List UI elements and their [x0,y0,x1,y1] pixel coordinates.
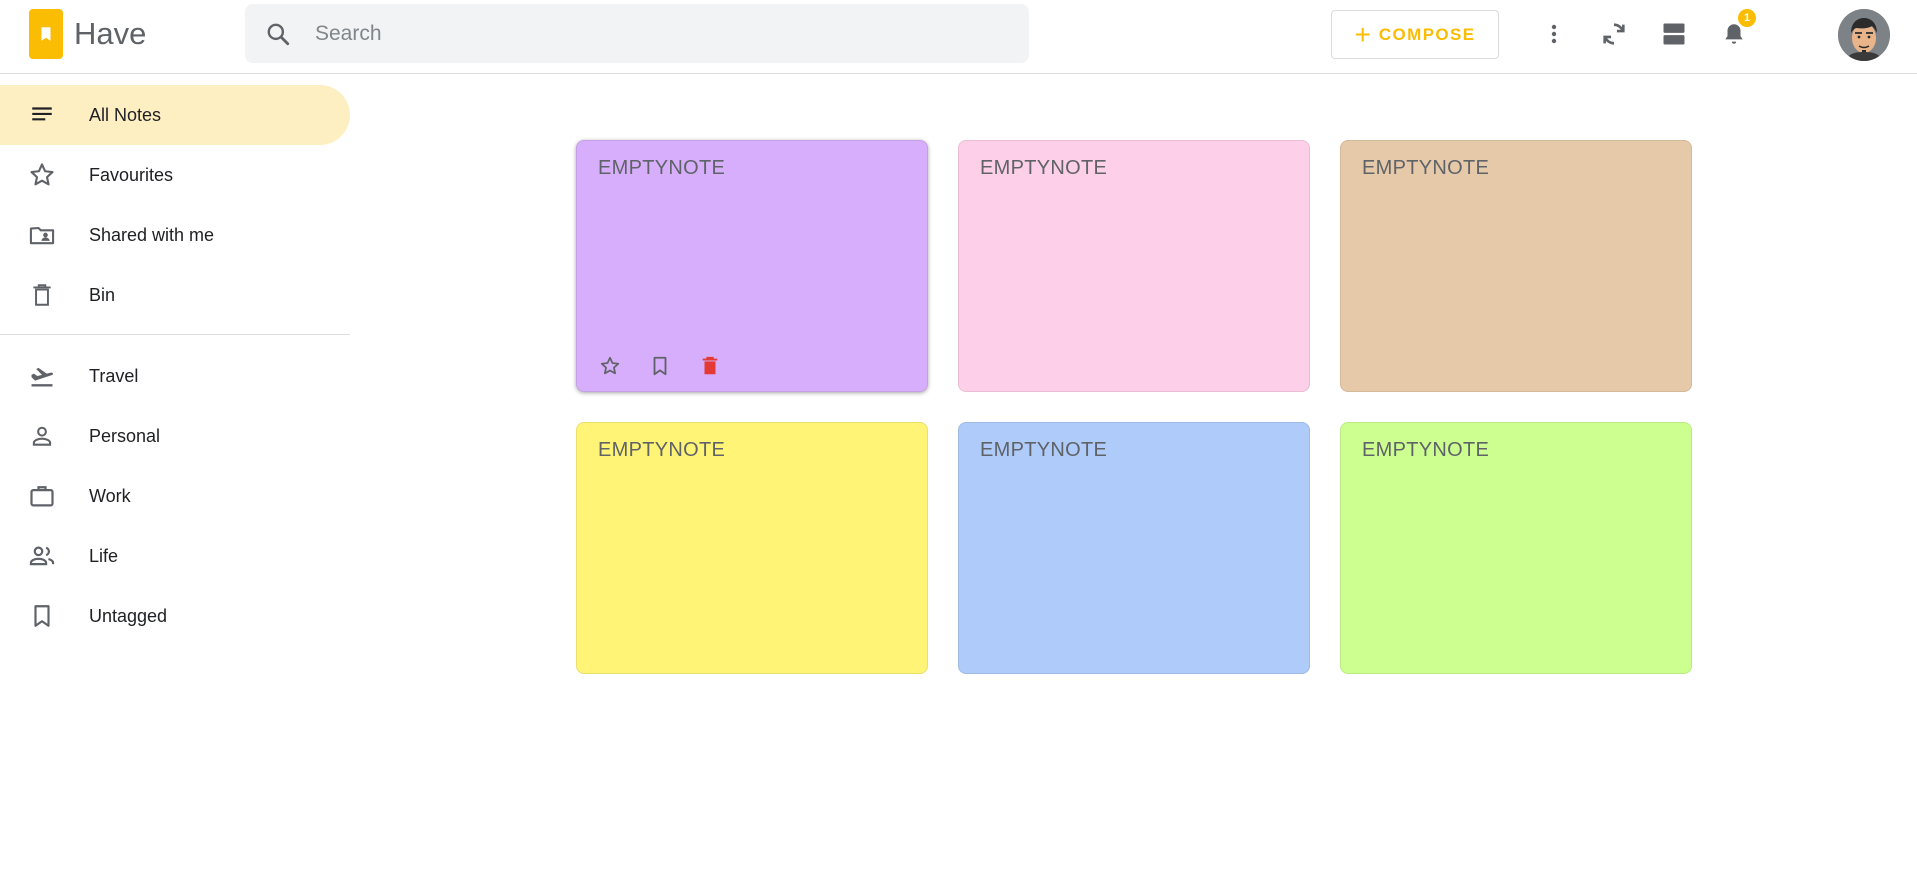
sidebar-item-work[interactable]: Work [0,466,350,526]
sidebar-item-label: Personal [89,426,161,446]
sidebar-item-life[interactable]: Life [0,526,350,586]
note-title: EMPTYNOTE [980,157,1108,179]
search-input[interactable] [315,4,1005,63]
note-title: EMPTYNOTE [598,157,726,179]
search-icon[interactable] [265,21,291,47]
app-logo[interactable] [29,9,63,59]
trash-icon [28,281,56,309]
user-avatar[interactable] [1838,9,1890,61]
sidebar-item-label: All Notes [89,105,162,125]
note-title: EMPTYNOTE [598,439,726,461]
search-bar[interactable] [245,4,1029,63]
sidebar-item-label: Untagged [89,606,168,626]
note-title: EMPTYNOTE [1362,439,1490,461]
sidebar-item-label: Travel [89,366,139,386]
compose-label: COMPOSE [1378,24,1476,44]
note-card[interactable]: EMPTYNOTE [1340,422,1692,674]
sidebar-item-label: Life [89,546,119,566]
more-vert-icon[interactable] [1536,16,1572,52]
sidebar-item-favourites[interactable]: Favourites [0,145,350,205]
note-title: EMPTYNOTE [1362,157,1490,179]
note-card[interactable]: EMPTYNOTE [958,422,1310,674]
plus-icon: + [1354,18,1371,50]
star-outline-icon [28,161,56,189]
view-agenda-icon[interactable] [1656,16,1692,52]
sync-icon[interactable] [1596,16,1632,52]
person-icon [28,422,56,450]
note-title: EMPTYNOTE [980,439,1108,461]
sidebar-item-label: Favourites [89,165,174,185]
bookmark-outline-icon[interactable] [645,351,675,381]
note-actions [595,351,725,381]
top-app-bar: Have + COMPOSE 1 [0,0,1917,74]
briefcase-icon [28,482,56,510]
delete-icon[interactable] [695,351,725,381]
sidebar-item-label: Bin [89,285,116,305]
sidebar: All Notes Favourites Shared with me Bin [0,74,350,893]
note-card[interactable]: EMPTYNOTE [576,140,928,392]
sidebar-item-shared-with-me[interactable]: Shared with me [0,205,350,265]
sidebar-item-travel[interactable]: Travel [0,346,350,406]
people-icon [28,542,56,570]
sidebar-item-label: Shared with me [89,225,215,245]
sidebar-item-label: Work [89,486,131,506]
sidebar-item-bin[interactable]: Bin [0,265,350,325]
compose-button[interactable]: + COMPOSE [1331,10,1499,59]
app-title: Have [74,16,147,51]
note-card[interactable]: EMPTYNOTE [576,422,928,674]
bookmark-note-icon [41,27,51,41]
star-outline-icon[interactable] [595,351,625,381]
note-card[interactable]: EMPTYNOTE [958,140,1310,392]
sidebar-item-untagged[interactable]: Untagged [0,586,350,646]
notes-lines-icon [28,101,56,129]
sidebar-item-personal[interactable]: Personal [0,406,350,466]
notification-badge: 1 [1738,9,1756,27]
plane-icon [28,362,56,390]
note-card[interactable]: EMPTYNOTE [1340,140,1692,392]
sidebar-item-all-notes[interactable]: All Notes [0,85,350,145]
sidebar-divider [0,334,350,335]
bookmark-outline-icon [28,602,56,630]
shared-folder-icon [28,221,56,249]
